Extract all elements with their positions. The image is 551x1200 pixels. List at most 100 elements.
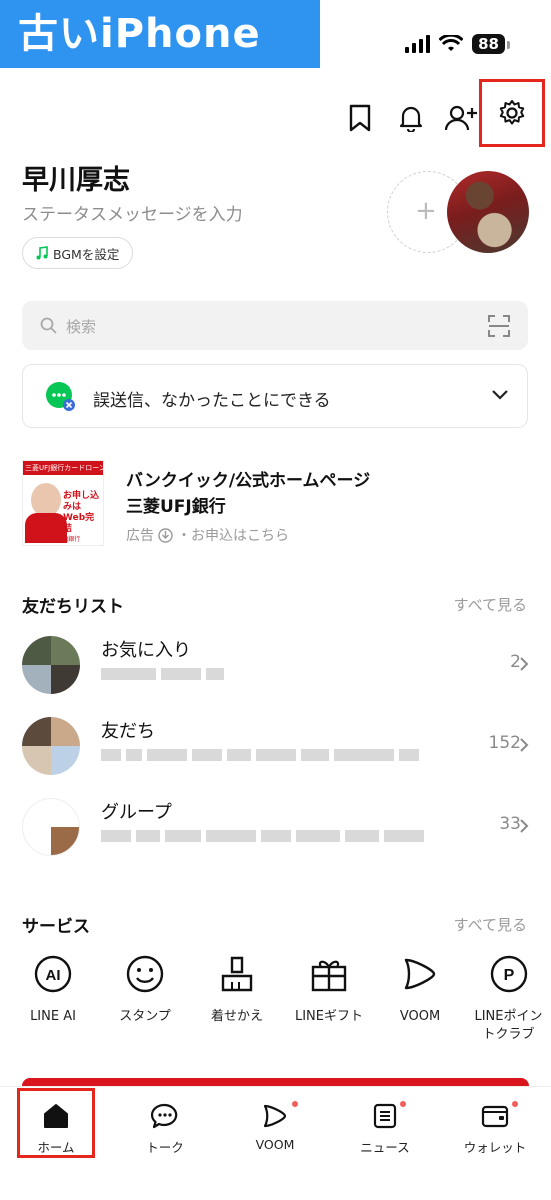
ad-image-brand: MUFG 三菱UFJ銀行	[27, 536, 81, 543]
service-themes[interactable]: 着せかえ	[195, 954, 279, 1026]
search-icon	[40, 317, 57, 334]
friend-row-favorites[interactable]: お気に入り 2	[0, 628, 551, 700]
notification-button[interactable]	[389, 96, 433, 140]
service-label: VOOM	[399, 1009, 441, 1024]
blurred-names	[101, 668, 224, 680]
ai-icon: AI	[34, 955, 72, 993]
chevron-right-icon	[520, 738, 529, 752]
wifi-icon	[439, 35, 464, 51]
friend-row-label: グループ	[101, 802, 172, 823]
service-stamps[interactable]: スタンプ	[103, 954, 187, 1026]
bookmark-button[interactable]	[338, 96, 382, 140]
chevron-right-icon	[520, 657, 529, 671]
nav-label: トーク	[146, 1140, 184, 1155]
bell-icon	[399, 106, 423, 132]
settings-button[interactable]	[479, 79, 545, 147]
notification-dot	[292, 1101, 298, 1107]
service-voom[interactable]: VOOM	[378, 954, 462, 1026]
ad-title-line2: 三菱UFJ銀行	[126, 497, 226, 517]
points-icon: P	[490, 955, 527, 993]
add-friend-button[interactable]	[440, 96, 484, 140]
friends-avatar	[22, 717, 80, 775]
services-section-title: サービス	[22, 917, 90, 937]
bgm-label: BGMを設定	[53, 246, 120, 262]
gear-icon	[499, 100, 525, 125]
nav-wallet[interactable]: ウォレット	[450, 1101, 540, 1167]
header-toolbar	[0, 79, 551, 147]
friend-row-label: 友だち	[101, 721, 155, 742]
service-gift[interactable]: LINEギフト	[287, 954, 371, 1026]
friends-see-all-link[interactable]: すべて見る	[454, 594, 527, 615]
ad-title[interactable]: バンクイック/公式ホームページ 三菱UFJ銀行	[126, 468, 370, 520]
nav-voom[interactable]: VOOM	[230, 1101, 320, 1167]
profile-avatar[interactable]	[447, 171, 529, 253]
ad-link: ・お申込はこちら	[177, 528, 289, 544]
ad-title-line1: バンクイック/公式ホームページ	[126, 471, 371, 491]
friend-row-count: 33	[499, 814, 521, 834]
music-note-icon	[36, 246, 48, 260]
service-label: LINEギフト	[294, 1009, 363, 1024]
favorites-avatar	[22, 636, 80, 694]
voom-icon	[404, 958, 436, 990]
ad-info-icon[interactable]	[158, 527, 173, 543]
service-label: スタンプ	[119, 1009, 171, 1024]
service-line-ai[interactable]: AI LINE AI	[11, 954, 95, 1026]
nav-news[interactable]: ニュース	[340, 1101, 430, 1167]
brush-icon	[221, 956, 253, 992]
bookmark-icon	[349, 104, 371, 132]
bottom-navigation: ホーム トーク VOOM ニュース ウォレット	[0, 1086, 551, 1200]
friend-row-groups[interactable]: グループ 33	[0, 790, 551, 862]
status-message-input[interactable]: ステータスメッセージを入力	[22, 200, 243, 225]
nav-label: ホーム	[37, 1140, 75, 1155]
plus-icon: +	[415, 196, 437, 226]
chevron-down-icon[interactable]	[491, 389, 509, 401]
ad-label: 広告	[126, 528, 154, 544]
services-see-all-link[interactable]: すべて見る	[454, 914, 527, 935]
battery-indicator: 88	[472, 34, 510, 54]
signal-icon	[405, 35, 431, 53]
service-label: 着せかえ	[210, 1009, 263, 1024]
bgm-button[interactable]: BGMを設定	[22, 237, 134, 269]
friend-row-label: お気に入り	[101, 640, 191, 661]
status-bar: 古いiPhone 88	[0, 0, 551, 80]
chevron-right-icon	[520, 819, 529, 833]
add-friend-icon	[445, 105, 477, 131]
nav-home[interactable]: ホーム	[17, 1088, 95, 1158]
friend-row-count: 152	[488, 733, 521, 753]
status-icons: 88	[405, 34, 510, 54]
news-icon	[373, 1103, 397, 1129]
gift-icon	[311, 960, 347, 992]
service-line-points[interactable]: P LINEポイン トクラブ	[466, 954, 551, 1044]
voom-icon	[263, 1104, 287, 1128]
service-label: LINEポイン トクラブ	[474, 1009, 543, 1042]
service-label: LINE AI	[30, 1009, 76, 1024]
ad-meta[interactable]: 広告 ・お申込はこちら	[126, 525, 289, 545]
qr-scan-icon[interactable]	[488, 315, 510, 337]
blurred-names	[101, 830, 424, 842]
ad-image[interactable]: 三菱UFJ銀行カードローン お申し込みは Web完結 MUFG 三菱UFJ銀行	[22, 460, 104, 546]
notification-dot	[400, 1101, 406, 1107]
home-icon	[44, 1104, 68, 1128]
ad-image-text: お申し込みは Web完結	[63, 491, 100, 534]
notification-dot	[512, 1101, 518, 1107]
notice-text: 誤送信、なかったことにできる	[93, 391, 331, 411]
unsend-message-icon	[46, 382, 75, 411]
search-input[interactable]: 検索	[22, 301, 528, 350]
chat-icon	[150, 1103, 178, 1129]
nav-label: ニュース	[360, 1140, 410, 1155]
nav-label: VOOM	[255, 1137, 295, 1152]
watermark-label: 古いiPhone	[0, 0, 320, 68]
search-placeholder: 検索	[66, 318, 97, 336]
wallet-icon	[481, 1105, 509, 1128]
feature-notice[interactable]: 誤送信、なかったことにできる	[22, 364, 528, 428]
friend-row-friends[interactable]: 友だち 152	[0, 709, 551, 781]
profile-name[interactable]: 早川厚志	[22, 158, 130, 197]
nav-talk[interactable]: トーク	[120, 1101, 210, 1167]
smiley-icon	[126, 955, 164, 993]
groups-avatar	[22, 798, 80, 856]
nav-label: ウォレット	[463, 1140, 527, 1155]
ad-image-band: 三菱UFJ銀行カードローン	[23, 461, 103, 475]
friends-section-title: 友だちリスト	[22, 597, 124, 617]
svg-text:AI: AI	[46, 967, 61, 984]
svg-text:P: P	[503, 967, 514, 984]
